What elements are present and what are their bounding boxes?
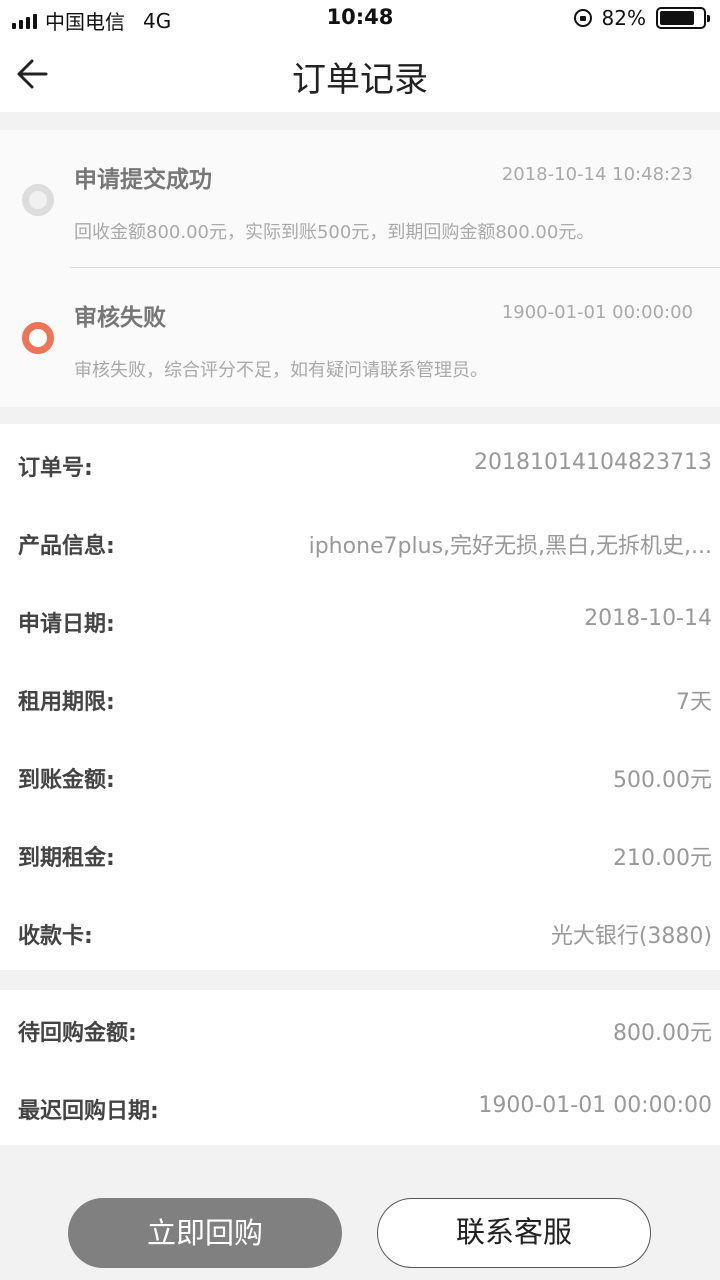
timeline-time: 2018-10-14 10:48:23	[501, 164, 693, 185]
pending-buyback-row: 待回购金额: 800.00元	[0, 991, 720, 1069]
buyback-button[interactable]: 立即回购	[68, 1198, 342, 1268]
order-timeline: 申请提交成功 2018-10-14 10:48:23 回收金额800.00元，实…	[0, 130, 720, 407]
payee-card-value: 光大银行(3880)	[550, 924, 712, 949]
status-right: 82%	[573, 6, 710, 30]
timeline-dot-active-icon	[22, 322, 54, 354]
row-label: 最迟回购日期:	[18, 1099, 159, 1124]
orientation-lock-icon	[573, 9, 592, 27]
row-label: 申请日期:	[18, 612, 115, 637]
row-label: 收款卡:	[18, 924, 93, 949]
rental-term-value: 7天	[676, 690, 712, 715]
row-label: 产品信息:	[18, 534, 115, 559]
row-label: 待回购金额:	[18, 1021, 137, 1046]
row-label: 到账金额:	[18, 768, 115, 793]
timeline-item-submitted: 申请提交成功 2018-10-14 10:48:23 回收金额800.00元，实…	[0, 130, 720, 268]
latest-buyback-date-value: 1900-01-01 00:00:00	[478, 1093, 712, 1118]
order-info-section: 订单号: 20181014104823713 产品信息: iphone7plus…	[0, 424, 720, 970]
due-rent-value: 210.00元	[613, 846, 712, 871]
timeline-desc: 审核失败，综合评分不足，如有疑问请联系管理员。	[74, 360, 488, 381]
repay-info-section: 待回购金额: 800.00元 最迟回购日期: 1900-01-01 00:00:…	[0, 990, 720, 1145]
timeline-title: 审核失败	[74, 305, 166, 331]
contact-service-button[interactable]: 联系客服	[377, 1198, 651, 1268]
rental-term-row: 租用期限: 7天	[0, 660, 720, 738]
nav-bar: 订单记录	[0, 36, 720, 112]
battery-percent: 82%	[601, 6, 646, 30]
order-number-value: 20181014104823713	[474, 450, 712, 475]
timeline-desc: 回收金额800.00元，实际到账500元，到期回购金额800.00元。	[74, 222, 595, 243]
order-number-row: 订单号: 20181014104823713	[0, 426, 720, 504]
apply-date-row: 申请日期: 2018-10-14	[0, 582, 720, 660]
product-info-row[interactable]: 产品信息: iphone7plus,完好无损,黑白,无拆机史,...	[0, 504, 720, 582]
row-label: 租用期限:	[18, 690, 115, 715]
received-amount-row: 到账金额: 500.00元	[0, 738, 720, 816]
row-label: 订单号:	[18, 456, 93, 481]
due-rent-row: 到期租金: 210.00元	[0, 816, 720, 894]
timeline-item-review-failed: 审核失败 1900-01-01 00:00:00 审核失败，综合评分不足，如有疑…	[0, 268, 720, 406]
latest-buyback-date-row: 最迟回购日期: 1900-01-01 00:00:00	[0, 1069, 720, 1147]
status-bar: 中国电信 4G 10:48 82%	[0, 0, 720, 36]
product-info-value: iphone7plus,完好无损,黑白,无拆机史,...	[308, 534, 712, 559]
apply-date-value: 2018-10-14	[584, 606, 712, 631]
battery-icon	[656, 7, 710, 29]
timeline-time: 1900-01-01 00:00:00	[501, 302, 693, 323]
payee-card-row: 收款卡: 光大银行(3880)	[0, 894, 720, 972]
page-title: 订单记录	[292, 60, 428, 100]
pending-buyback-value: 800.00元	[613, 1021, 712, 1046]
timeline-dot-icon	[22, 184, 54, 216]
row-label: 到期租金:	[18, 846, 115, 871]
timeline-title: 申请提交成功	[74, 167, 212, 193]
received-amount-value: 500.00元	[613, 768, 712, 793]
